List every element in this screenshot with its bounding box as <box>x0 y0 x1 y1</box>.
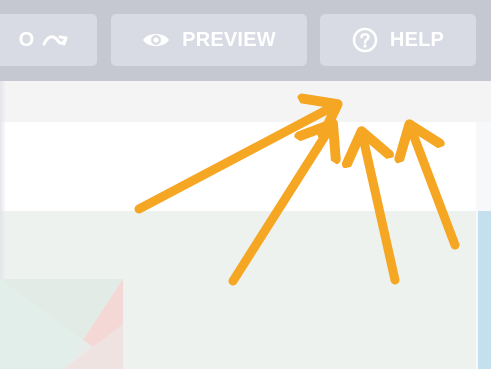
decorative-graphic <box>0 279 123 369</box>
secondary-bar <box>0 81 491 123</box>
help-label: HELP <box>389 28 445 51</box>
question-circle-icon <box>352 27 378 53</box>
editor-screenshot: O PREVIEW HELP <box>0 0 491 369</box>
eye-icon <box>142 31 170 49</box>
redo-arrow-icon <box>42 33 68 47</box>
preview-button[interactable]: PREVIEW <box>111 14 307 66</box>
redo-label-fragment: O <box>18 28 35 51</box>
redo-button[interactable]: O <box>0 14 97 66</box>
help-button[interactable]: HELP <box>320 14 476 66</box>
preview-label: PREVIEW <box>182 28 276 51</box>
right-accent-strip <box>478 211 491 369</box>
top-toolbar: O PREVIEW HELP <box>0 0 491 81</box>
